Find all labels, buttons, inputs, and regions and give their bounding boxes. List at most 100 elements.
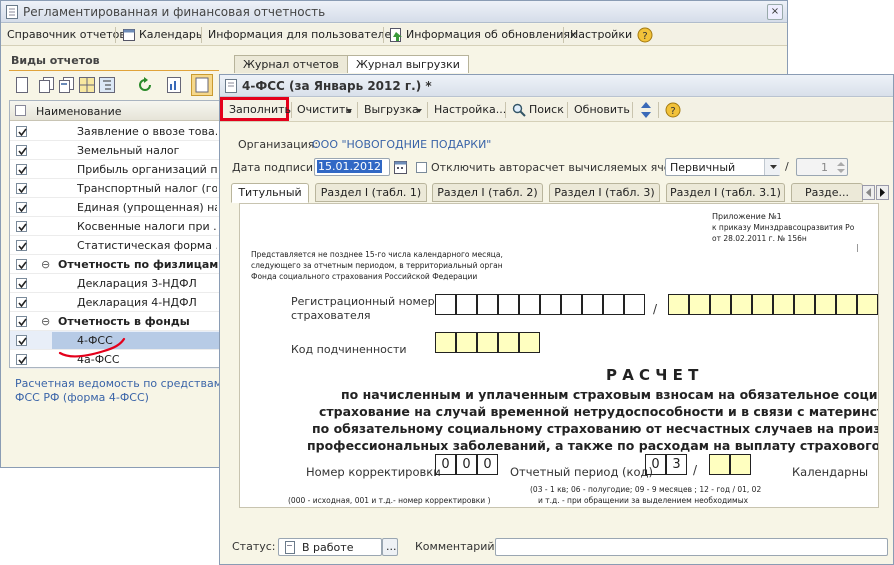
tab-section1-table1[interactable]: Раздел I (табл. 1) [315,183,427,202]
tab-section1-table2[interactable]: Раздел I (табл. 2) [432,183,543,202]
tree-row[interactable]: Декларация 4-НДФЛ [10,293,219,312]
collapse-icon[interactable]: ⊖ [41,258,50,271]
search-button[interactable]: Поиск [529,103,564,116]
menu-calendar[interactable]: Календарь [139,28,202,41]
tree-row-checkbox[interactable] [16,164,27,175]
form-digit-cell[interactable]: 3 [666,454,687,475]
help-icon[interactable]: ? [637,27,653,43]
comment-field[interactable] [495,538,888,556]
tree-row-checkbox[interactable] [16,145,27,156]
report-view-icon[interactable] [167,77,183,93]
form-digit-cell[interactable] [794,294,815,315]
list-mode-icon[interactable] [191,74,213,96]
tab-reports-journal[interactable]: Журнал отчетов [234,55,348,73]
refresh-button[interactable]: Обновить [574,103,630,116]
menu-settings[interactable]: Настройки [570,28,632,41]
tree-icon[interactable] [99,77,115,93]
tree-row-checkbox[interactable] [16,335,27,346]
up-down-arrows-icon[interactable] [639,102,653,118]
tree-row-checkbox[interactable] [16,278,27,289]
report-kind-dropdown-button[interactable] [764,159,780,175]
form-digit-cell[interactable] [498,294,519,315]
report-kind-select[interactable]: Первичный [665,158,780,176]
form-digit-cell[interactable] [435,294,456,315]
menu-user-info[interactable]: Информация для пользователей [208,28,398,41]
help-icon[interactable]: ? [665,102,681,118]
menu-update-info[interactable]: Информация об обновлениях [406,28,577,41]
tree-row[interactable]: ⊖ Отчетность по физлицам [10,255,219,274]
form-digit-cell[interactable] [435,332,456,353]
form-digit-cell[interactable] [519,332,540,353]
organization-link[interactable]: ООО "НОВОГОДНИЕ ПОДАРКИ" [312,138,491,151]
tree-row[interactable]: Транспортный налог (го... [10,179,219,198]
form-digit-cell[interactable] [857,294,878,315]
tree-row[interactable]: Статистическая форма ... [10,236,219,255]
form-digit-cell[interactable] [710,294,731,315]
tab-section-more[interactable]: Разде... [791,183,863,202]
tree-row[interactable]: Декларация 3-НДФЛ [10,274,219,293]
tab-scroll-buttons[interactable] [862,185,890,200]
tree-row[interactable]: ⊖ Отчетность в фонды [10,312,219,331]
form-digit-cell[interactable] [540,294,561,315]
form-digit-cell[interactable] [624,294,645,315]
form-digit-cell[interactable] [815,294,836,315]
tab-section1-table3[interactable]: Раздел I (табл. 3) [549,183,660,202]
form-digit-cell[interactable] [561,294,582,315]
clear-button[interactable]: Очистить [297,103,352,116]
tree-row[interactable]: Заявление о ввозе това... [10,122,219,141]
tab-title-page[interactable]: Титульный [231,183,309,203]
spin-buttons-icon[interactable] [835,160,847,175]
structure-icon[interactable] [79,77,95,93]
menu-reports-directory[interactable]: Справочник отчетов [7,28,126,41]
form-digit-cell[interactable]: 0 [435,454,456,475]
status-select-button[interactable]: ... [382,538,398,556]
form-digit-cell[interactable] [689,294,710,315]
export-button[interactable]: Выгрузка [364,103,419,116]
tree-row-checkbox[interactable] [16,259,27,270]
tree-row-checkbox[interactable] [16,354,27,365]
tree-row[interactable]: Земельный налог [10,141,219,160]
form-digit-cell[interactable] [477,294,498,315]
tree-row[interactable]: Единая (упрощенная) на... [10,198,219,217]
form-digit-cell[interactable] [752,294,773,315]
form-vertical-scrollbar[interactable] [877,203,891,508]
report-description-link[interactable]: Расчетная ведомость по средствам ФСС РФ … [15,377,225,405]
tree-row-checkbox[interactable] [16,126,27,137]
form-digit-cell[interactable] [456,332,477,353]
form-digit-cell[interactable] [477,332,498,353]
collapse-icon[interactable]: ⊖ [41,315,50,328]
form-digit-cell[interactable] [668,294,689,315]
tree-row-checkbox[interactable] [16,297,27,308]
copy-group-icon[interactable] [59,77,75,93]
copy-icon[interactable] [39,77,55,93]
status-field[interactable]: В работе [278,538,382,556]
tab-export-journal[interactable]: Журнал выгрузки [347,55,469,73]
form-digit-cell[interactable] [836,294,857,315]
form-digit-cell[interactable]: 0 [645,454,666,475]
form-digit-cell[interactable] [709,454,730,475]
form-digit-cell[interactable] [498,332,519,353]
form-digit-cell[interactable] [603,294,624,315]
tree-row[interactable]: Прибыль организаций п... [10,160,219,179]
new-report-icon[interactable] [15,77,29,93]
tree-row-checkbox[interactable] [16,240,27,251]
tree-row[interactable]: Косвенные налоги при ... [10,217,219,236]
form-digit-cell[interactable]: 0 [477,454,498,475]
calendar-icon[interactable] [394,160,408,174]
settings-button[interactable]: Настройка... [434,103,506,116]
form-digit-cell[interactable] [773,294,794,315]
disable-autocalc-checkbox[interactable] [416,162,427,173]
tree-row-checkbox[interactable] [16,316,27,327]
tree-row-checkbox[interactable] [16,202,27,213]
sign-date-field[interactable]: 15.01.2012 [314,158,390,176]
tree-row-checkbox[interactable] [16,221,27,232]
form-digit-cell[interactable] [582,294,603,315]
refresh-icon[interactable] [137,77,153,93]
main-window-close-button[interactable]: × [767,4,783,20]
tree-row-checkbox[interactable] [16,183,27,194]
form-digit-cell[interactable]: 0 [456,454,477,475]
form-digit-cell[interactable] [731,294,752,315]
form-digit-cell[interactable] [519,294,540,315]
fill-button[interactable]: Заполнить [229,103,291,116]
tab-section1-table31[interactable]: Раздел I (табл. 3.1) [666,183,785,202]
